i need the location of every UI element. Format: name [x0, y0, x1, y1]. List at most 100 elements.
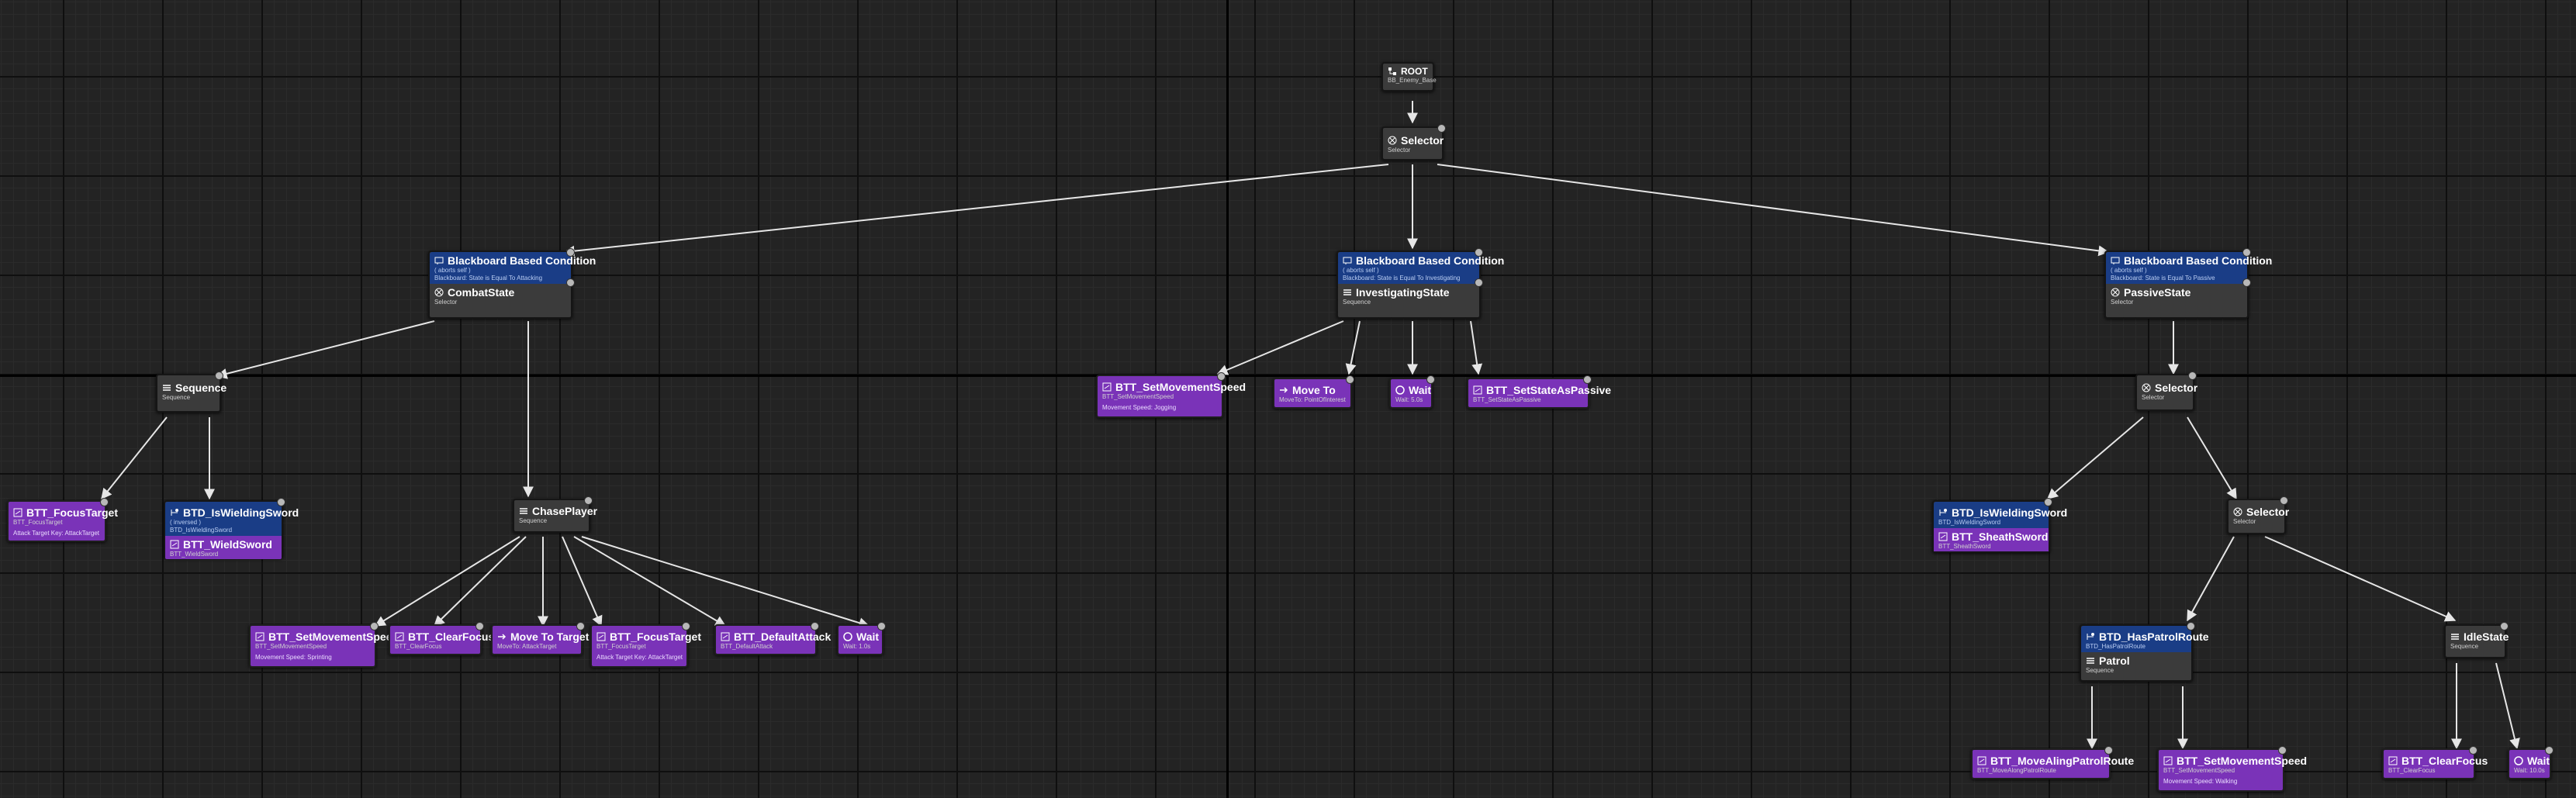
move-to-icon: [497, 632, 507, 641]
chase-player-node[interactable]: ChasePlayer Sequence: [513, 496, 597, 533]
blackboard-decorator[interactable]: Blackboard Based Condition ( aborts self…: [430, 252, 596, 284]
investigating-state-sub: Sequence: [1343, 299, 1371, 306]
idle-task-clear-focus[interactable]: BTT_ClearFocus BTT_ClearFocus: [2382, 746, 2488, 779]
chase-task-wait[interactable]: Wait Wait: 1.0s: [837, 622, 886, 655]
task-icon: [170, 540, 179, 549]
node-pin[interactable]: [2242, 278, 2251, 287]
blackboard-decorator[interactable]: Blackboard Based Condition ( aborts self…: [2106, 252, 2272, 284]
task-title: BTT_SetMovementSpeed: [268, 630, 399, 643]
decorator-sub: BTD_IsWieldingSword: [170, 527, 233, 534]
node-pin[interactable]: [566, 278, 575, 287]
blackboard-decorator[interactable]: Blackboard Based Condition ( aborts self…: [1338, 252, 1504, 284]
node-pin[interactable]: [370, 622, 379, 630]
investigate-task-wait[interactable]: Wait Wait: 5.0s: [1389, 375, 1435, 409]
combat-sequence-sub: Sequence: [162, 394, 191, 401]
idle-task-wait[interactable]: Wait Wait: 10.0s: [2508, 746, 2554, 779]
node-pin[interactable]: [215, 371, 223, 380]
task-sub: BTT_SetMovementSpeed: [2163, 767, 2235, 774]
decorator-inversed: ( inversed ): [170, 519, 202, 526]
root-node[interactable]: ROOT BB_Enemy_Base: [1381, 62, 1437, 92]
node-pin[interactable]: [277, 498, 285, 506]
node-pin[interactable]: [1346, 375, 1354, 384]
selector-icon: [2111, 288, 2120, 297]
node-pin[interactable]: [1475, 278, 1483, 287]
task-title: BTT_SetMovementSpeed: [1115, 381, 1247, 393]
node-pin[interactable]: [100, 498, 109, 506]
investigating-state-title: InvestigatingState: [1356, 286, 1450, 299]
top-selector-node[interactable]: Selector Selector: [1381, 124, 1446, 161]
task-title: BTT_MoveAlingPatrolRoute: [1990, 755, 2135, 767]
passive-state-sub: Selector: [2111, 299, 2134, 306]
passive-selector-node[interactable]: Selector Selector: [2135, 371, 2197, 411]
task-desc: Movement Speed: Walking: [2163, 778, 2238, 785]
task-icon: [395, 632, 404, 641]
task-desc: Attack Target Key: AttackTarget: [13, 530, 100, 537]
task-icon: [1102, 382, 1112, 392]
node-pin[interactable]: [2242, 248, 2251, 257]
node-pin[interactable]: [1217, 372, 1226, 381]
decorator-title: Blackboard Based Condition: [1356, 254, 1505, 267]
node-pin[interactable]: [1437, 124, 1446, 133]
has-patrol-route-decorator[interactable]: BTD_HasPatrolRoute BTD_HasPatrolRoute: [2081, 626, 2209, 652]
task-sub: BTT_DefaultAttack: [721, 643, 773, 650]
node-pin[interactable]: [1475, 248, 1483, 257]
inner-selector-sub: Selector: [2233, 518, 2256, 525]
idle-state-node[interactable]: IdleState Sequence: [2444, 622, 2509, 658]
node-pin[interactable]: [2469, 746, 2477, 755]
node-pin[interactable]: [682, 622, 690, 630]
node-pin[interactable]: [2500, 622, 2509, 630]
combat-sequence-node[interactable]: Sequence Sequence: [156, 371, 226, 413]
chase-task-set-movement-speed[interactable]: BTT_SetMovementSpeed BTT_SetMovementSpee…: [249, 622, 399, 668]
task-desc: Attack Target Key: AttackTarget: [596, 654, 683, 661]
combat-state-title: CombatState: [448, 286, 515, 299]
node-pin[interactable]: [475, 622, 484, 630]
node-pin[interactable]: [1426, 375, 1435, 384]
combat-state-node[interactable]: Blackboard Based Condition ( aborts self…: [428, 248, 596, 319]
node-pin[interactable]: [566, 248, 575, 257]
node-pin[interactable]: [584, 496, 593, 505]
task-sub: BTT_FocusTarget: [13, 519, 63, 526]
chase-task-clear-focus[interactable]: BTT_ClearFocus BTT_ClearFocus: [389, 622, 494, 655]
node-pin[interactable]: [2188, 371, 2197, 380]
chase-task-move-to-target[interactable]: Move To Target MoveTo: AttackTarget: [491, 622, 589, 655]
task-title: Wait: [1409, 384, 1432, 396]
task-title: Move To Target: [510, 630, 590, 643]
patrol-task-set-movement-speed[interactable]: BTT_SetMovementSpeed BTT_SetMovementSpee…: [2157, 746, 2307, 792]
wield-sword-node[interactable]: BTD_IsWieldingSword ( inversed ) BTD_IsW…: [164, 498, 299, 559]
node-pin[interactable]: [877, 622, 886, 630]
investigate-task-set-state-passive[interactable]: BTT_SetStateAsPassive BTT_SetStateAsPass…: [1467, 375, 1611, 409]
node-pin[interactable]: [811, 622, 819, 630]
task-sub: BTT_SetMovementSpeed: [1102, 393, 1174, 400]
is-wielding-decorator[interactable]: BTD_IsWieldingSword BTD_IsWieldingSword: [1934, 502, 2067, 528]
investigate-task-set-movement-speed[interactable]: BTT_SetMovementSpeed BTT_SetMovementSpee…: [1096, 372, 1246, 418]
investigate-task-move-to[interactable]: Move To MoveTo: PointOfInterest: [1273, 375, 1354, 409]
inner-selector-node[interactable]: Selector Selector: [2227, 496, 2289, 534]
node-pin[interactable]: [576, 622, 585, 630]
patrol-node[interactable]: BTD_HasPatrolRoute BTD_HasPatrolRoute Pa…: [2080, 622, 2209, 682]
sheath-sword-node[interactable]: BTD_IsWieldingSword BTD_IsWieldingSword …: [1932, 498, 2067, 553]
chase-task-focus-target[interactable]: BTT_FocusTarget BTT_FocusTarget Attack T…: [590, 622, 701, 668]
task-icon: [596, 632, 606, 641]
node-pin[interactable]: [2545, 746, 2554, 755]
node-pin[interactable]: [2044, 498, 2052, 506]
patrol-task-move-along[interactable]: BTT_MoveAlingPatrolRoute BTT_MoveAlongPa…: [1971, 746, 2134, 779]
node-pin[interactable]: [1583, 375, 1592, 384]
decorator-abort: ( aborts self ): [1343, 267, 1379, 274]
node-pin[interactable]: [2187, 622, 2195, 630]
passive-state-node[interactable]: Blackboard Based Condition ( aborts self…: [2104, 248, 2272, 319]
sequence-icon: [2450, 632, 2460, 641]
focus-target-task[interactable]: BTT_FocusTarget BTT_FocusTarget Attack T…: [7, 498, 118, 542]
task-title: Move To: [1292, 384, 1336, 396]
selector-icon: [2233, 507, 2242, 516]
idle-state-sub: Sequence: [2450, 643, 2479, 650]
node-pin[interactable]: [2278, 746, 2287, 755]
investigating-state-node[interactable]: Blackboard Based Condition ( aborts self…: [1336, 248, 1504, 319]
node-pin[interactable]: [2104, 746, 2113, 755]
node-pin[interactable]: [2280, 496, 2288, 505]
chase-task-default-attack[interactable]: BTT_DefaultAttack BTT_DefaultAttack: [714, 622, 831, 655]
is-wielding-decorator[interactable]: BTD_IsWieldingSword ( inversed ) BTD_IsW…: [165, 502, 299, 536]
task-sub: BTT_SheathSword: [1938, 543, 1991, 550]
decorator-title: Blackboard Based Condition: [448, 254, 596, 267]
decorator-icon: [1343, 256, 1352, 265]
decorator-title: Blackboard Based Condition: [2124, 254, 2273, 267]
